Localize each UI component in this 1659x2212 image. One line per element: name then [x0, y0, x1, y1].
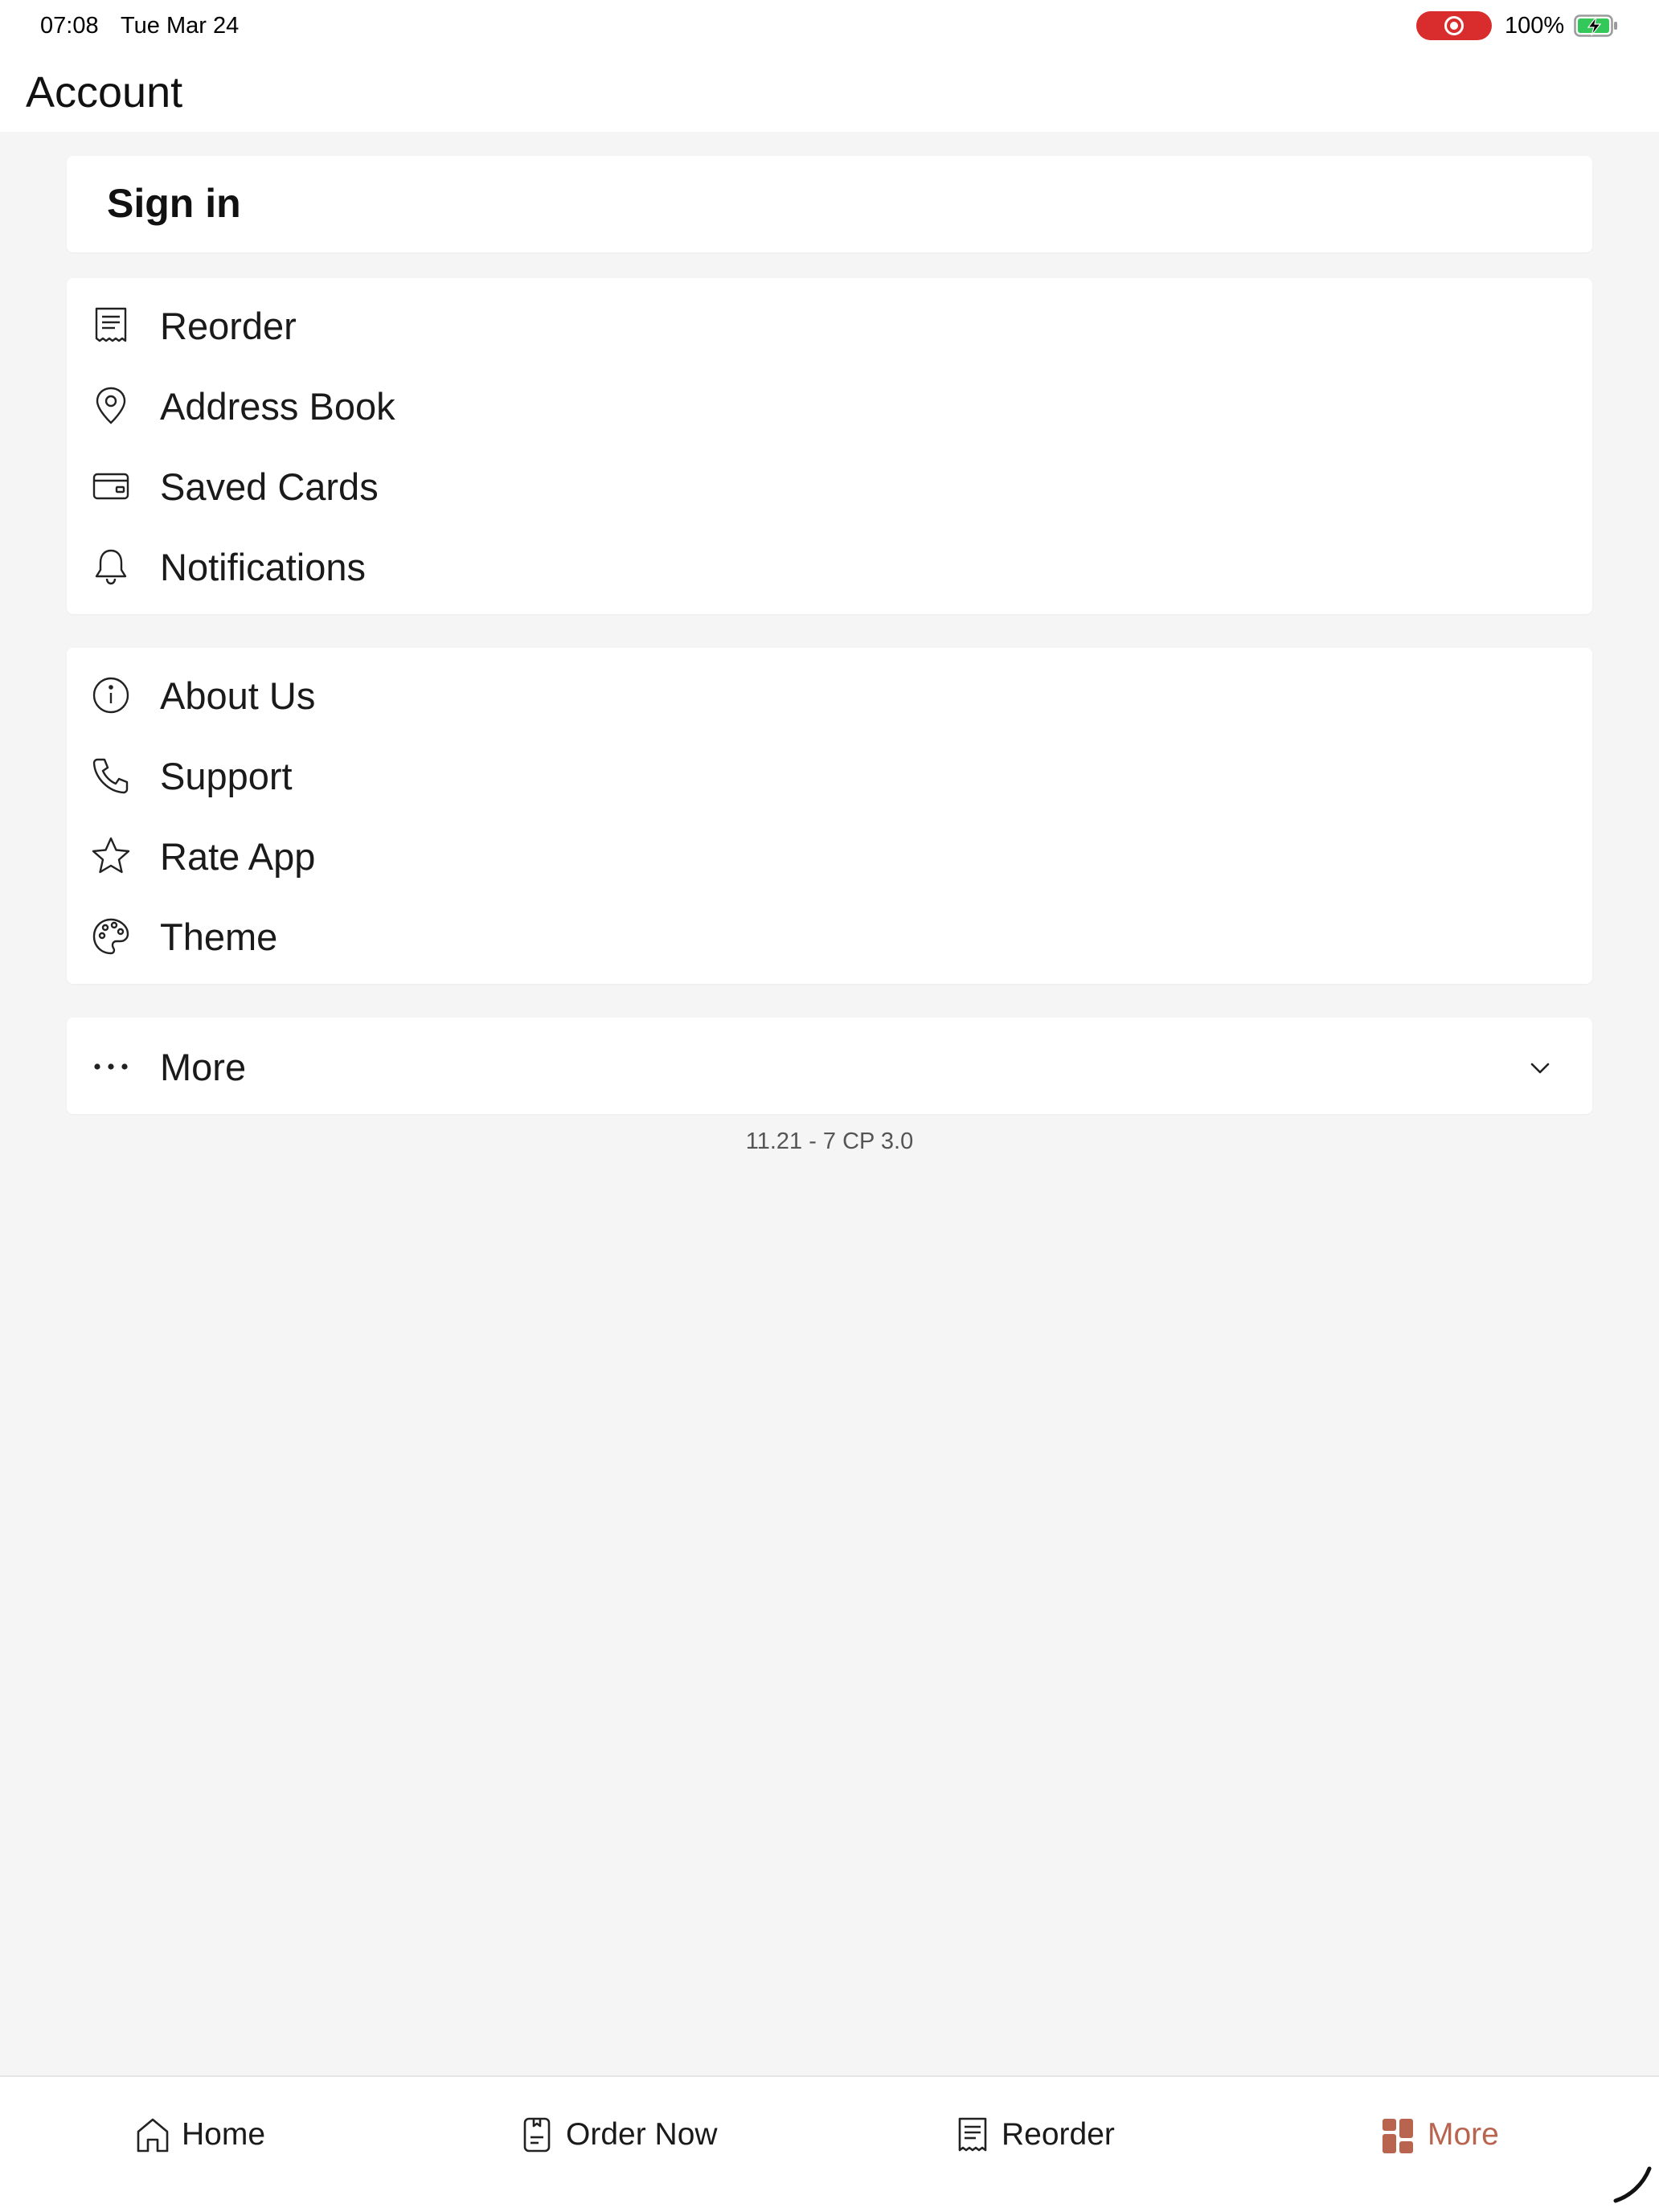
star-icon — [92, 837, 130, 874]
app-menu-card: About Us Support Rate App Theme — [67, 648, 1592, 984]
app-header: Account — [0, 51, 1659, 132]
map-pin-icon — [96, 387, 126, 424]
status-bar: 07:08 Tue Mar 24 100% — [0, 0, 1659, 51]
status-time: 07:08 — [40, 13, 99, 39]
tab-order-now[interactable]: Order Now — [519, 2114, 728, 2162]
account-menu-card: Reorder Address Book Saved Cards Notific… — [67, 278, 1592, 614]
more-row[interactable]: More — [67, 1026, 1592, 1106]
tab-label: More — [1428, 2117, 1499, 2152]
menu-item-theme[interactable]: Theme — [67, 895, 1592, 976]
menu-item-label: Reorder — [160, 305, 297, 347]
tab-label: Order Now — [566, 2117, 718, 2152]
screen-record-icon[interactable] — [1416, 11, 1492, 40]
wallet-icon — [92, 473, 129, 500]
menu-item-label: Rate App — [160, 835, 316, 878]
menu-item-reorder[interactable]: Reorder — [67, 285, 1592, 365]
status-date: Tue Mar 24 — [121, 13, 240, 39]
tab-label: Reorder — [1002, 2117, 1115, 2152]
tab-home[interactable]: Home — [135, 2114, 280, 2162]
menu-item-address-book[interactable]: Address Book — [67, 365, 1592, 445]
menu-item-support[interactable]: Support — [67, 735, 1592, 815]
receipt-icon — [958, 2117, 987, 2152]
bell-icon — [95, 549, 127, 585]
battery-percentage: 100% — [1505, 13, 1565, 39]
menu-item-label: Notifications — [160, 546, 366, 588]
page-title: Account — [26, 68, 183, 117]
order-icon — [523, 2117, 551, 2153]
home-icon — [137, 2118, 169, 2153]
bottom-tab-bar: Home Order Now Reorder More — [0, 2075, 1659, 2212]
palette-icon — [92, 918, 129, 955]
tab-label: Home — [182, 2117, 266, 2152]
sign-in-button[interactable]: Sign in — [67, 156, 1592, 252]
menu-item-rate-app[interactable]: Rate App — [67, 815, 1592, 895]
menu-item-label: Address Book — [160, 385, 395, 428]
menu-item-label: Support — [160, 755, 293, 797]
sign-in-label: Sign in — [107, 181, 241, 226]
menu-item-label: Saved Cards — [160, 465, 379, 508]
app-version: 11.21 - 7 CP 3.0 — [745, 1129, 914, 1154]
more-expandable[interactable]: More — [67, 1018, 1592, 1114]
ellipsis-icon — [94, 1063, 128, 1070]
chevron-down-icon — [1530, 1063, 1550, 1074]
menu-item-about-us[interactable]: About Us — [67, 654, 1592, 735]
tab-reorder[interactable]: Reorder — [955, 2114, 1132, 2162]
menu-item-label: About Us — [160, 674, 316, 717]
receipt-icon — [95, 307, 127, 342]
menu-item-notifications[interactable]: Notifications — [67, 526, 1592, 606]
more-label: More — [160, 1046, 247, 1088]
grid-icon — [1382, 2119, 1413, 2153]
menu-item-label: Theme — [160, 916, 278, 958]
info-icon — [92, 677, 129, 714]
home-indicator — [1613, 2166, 1652, 2203]
tab-more[interactable]: More — [1381, 2114, 1526, 2162]
phone-icon — [92, 758, 129, 794]
menu-item-saved-cards[interactable]: Saved Cards — [67, 445, 1592, 526]
battery-charging-icon — [1574, 14, 1617, 37]
